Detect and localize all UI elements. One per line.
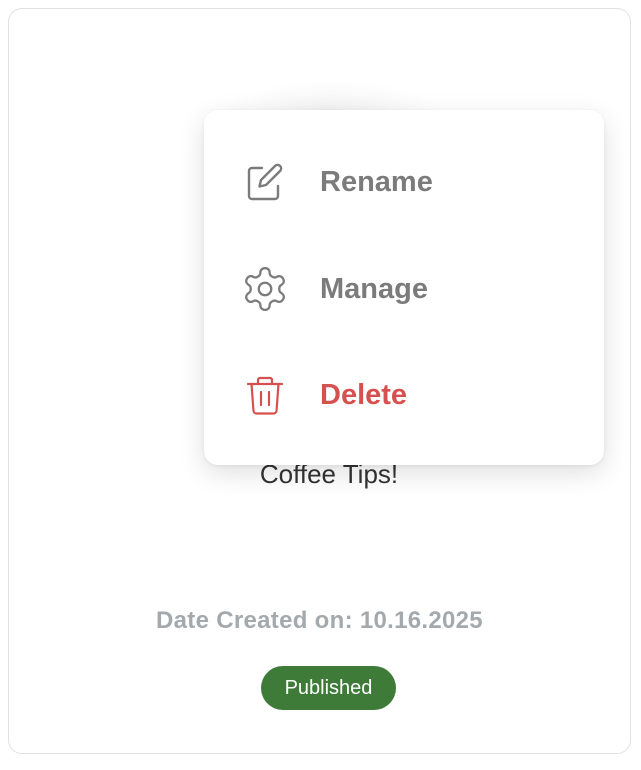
trash-icon <box>240 370 290 420</box>
delete-label: Delete <box>320 379 408 411</box>
gear-icon <box>240 264 290 314</box>
context-menu: Rename Manage Delete <box>204 110 604 465</box>
status-badge: Published <box>261 666 396 710</box>
manage-label: Manage <box>320 273 428 305</box>
rename-label: Rename <box>320 166 433 198</box>
edit-icon <box>240 157 290 207</box>
delete-menu-item[interactable]: Delete <box>204 345 604 445</box>
manage-menu-item[interactable]: Manage <box>204 239 604 339</box>
date-created: Date Created on: 10.16.2025 <box>156 607 483 634</box>
rename-menu-item[interactable]: Rename <box>204 132 604 232</box>
